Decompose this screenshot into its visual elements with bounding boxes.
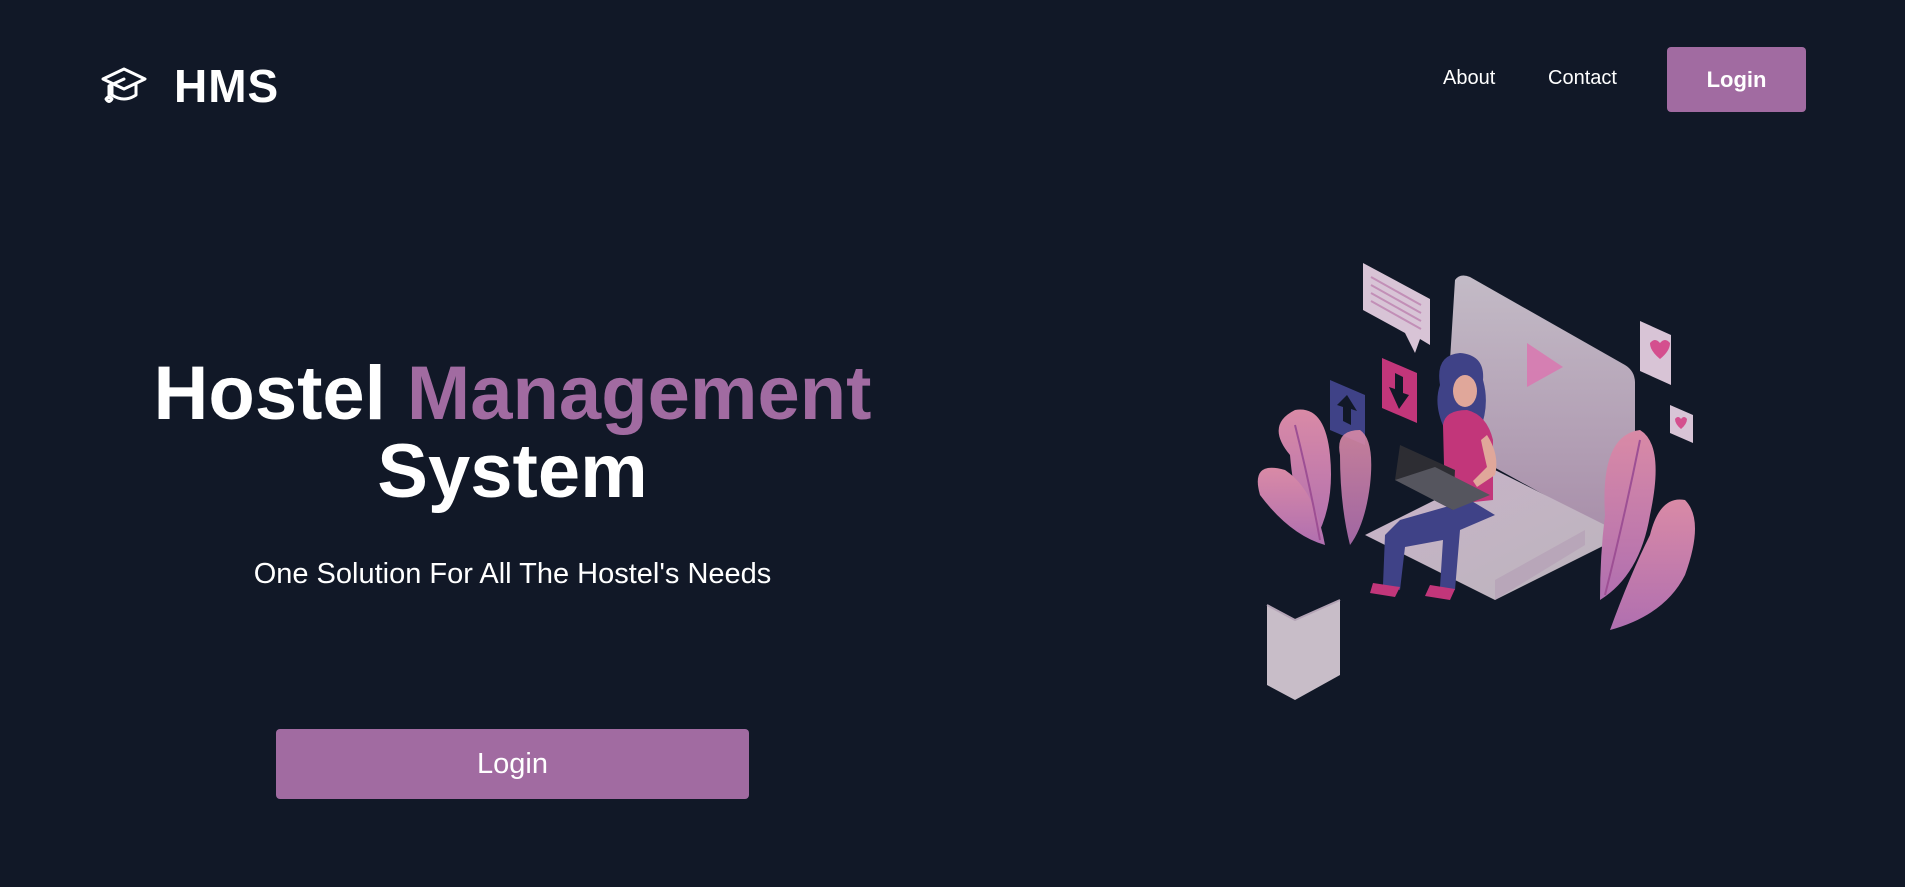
hero-title-part2: System xyxy=(377,429,648,514)
brand[interactable]: HMS xyxy=(100,62,279,110)
box-left xyxy=(1267,600,1340,700)
hero-title-part1: Hostel xyxy=(153,351,386,436)
woman-with-laptop-illustration xyxy=(1257,263,1695,700)
brand-name: HMS xyxy=(174,60,280,112)
nav-link-contact[interactable]: Contact xyxy=(1548,67,1617,90)
person-face xyxy=(1453,375,1477,407)
hero-login-button[interactable]: Login xyxy=(276,729,749,799)
graduation-cap-icon xyxy=(101,67,147,103)
nav-login-button[interactable]: Login xyxy=(1667,47,1806,112)
hero-title: Hostel Management System xyxy=(100,355,925,511)
landing-page: HMS About Contact Login Hostel Managemen… xyxy=(0,0,1905,887)
hero-title-accent: Management xyxy=(406,351,872,436)
nav-link-about[interactable]: About xyxy=(1443,67,1495,90)
hero-subtitle: One Solution For All The Hostel's Needs xyxy=(253,558,772,590)
